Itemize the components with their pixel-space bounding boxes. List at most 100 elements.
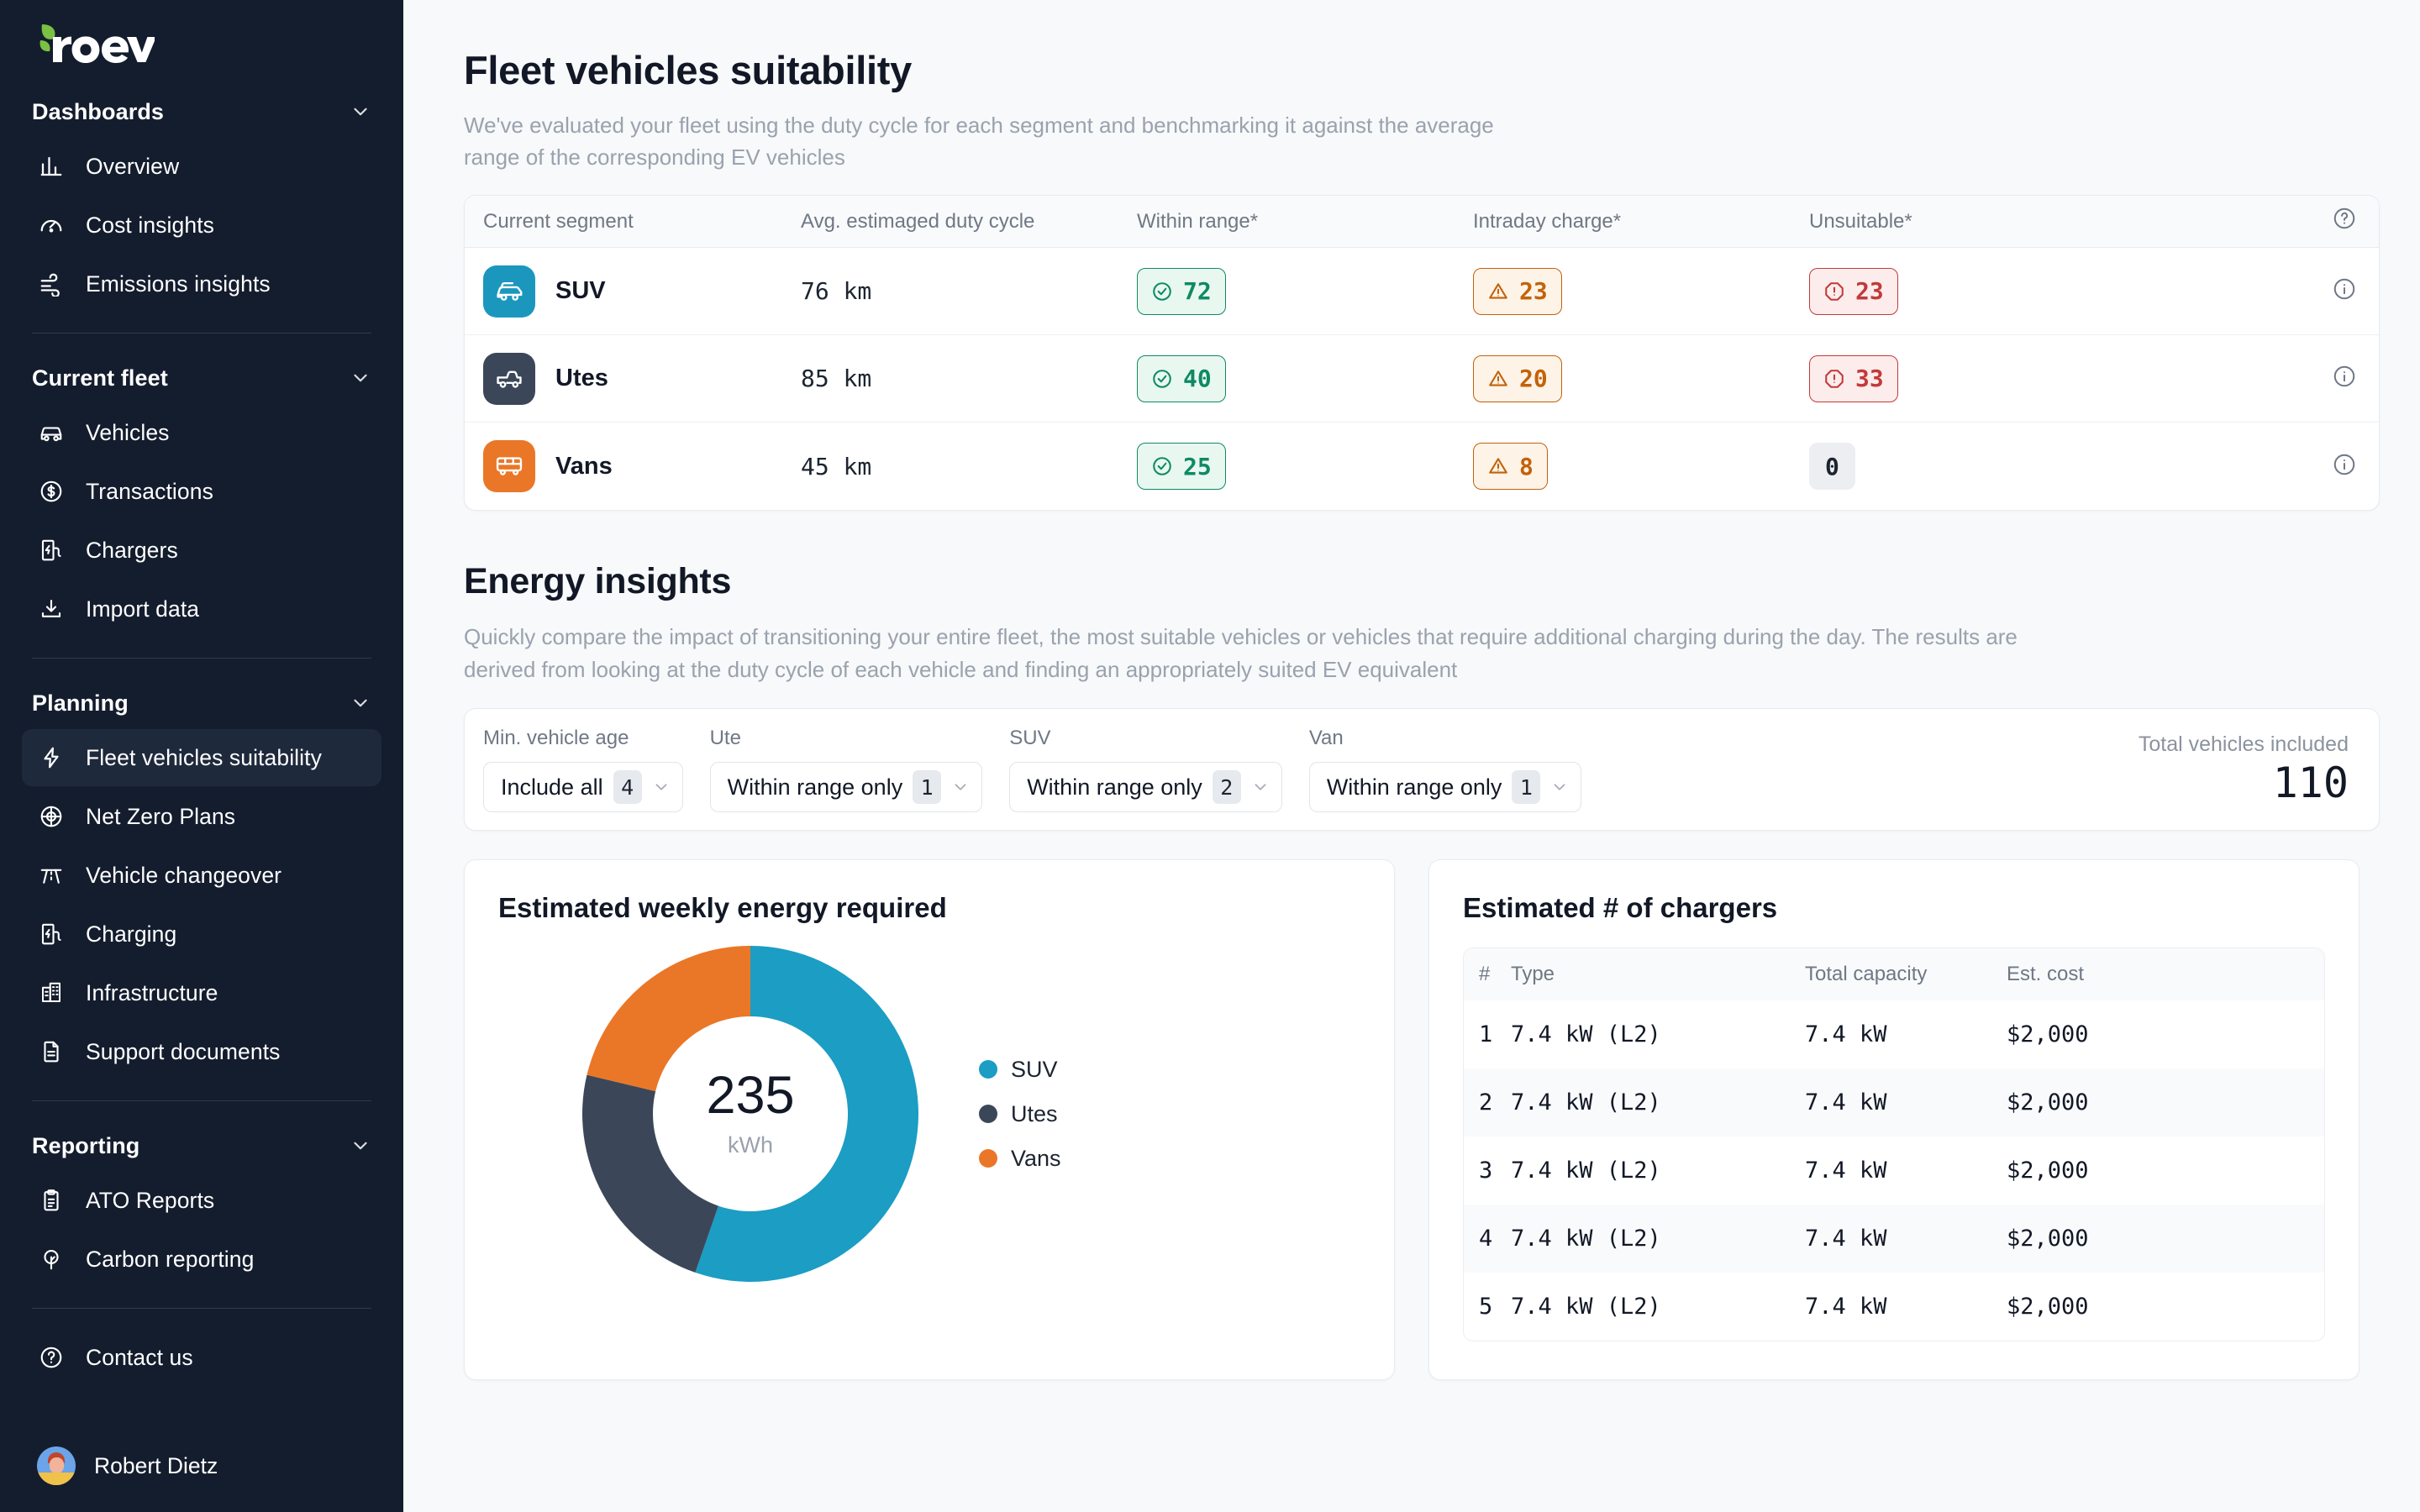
question-circle-icon[interactable] bbox=[2332, 206, 2357, 237]
donut-chart: 235 kWh bbox=[582, 946, 919, 1283]
wind-icon bbox=[37, 270, 66, 298]
chevron-down-icon bbox=[354, 1142, 367, 1150]
sidebar-item-label: Contact us bbox=[86, 1344, 193, 1370]
sidebar-group-planning[interactable]: Planning bbox=[22, 679, 381, 727]
charger-cost: $2,000 bbox=[2007, 1158, 2089, 1184]
sidebar-item-label: Infrastructure bbox=[86, 979, 218, 1005]
select-value: Include all bbox=[501, 774, 603, 800]
charger-row: 4 7.4 kW (L2) 7.4 kW $2,000 bbox=[1464, 1205, 2324, 1273]
donut-center-unit: kWh bbox=[728, 1132, 773, 1158]
min-vehicle-age-select[interactable]: Include all 4 bbox=[483, 762, 683, 813]
sidebar-item-vehicle-changeover[interactable]: Vehicle changeover bbox=[22, 847, 381, 904]
filter-van: Van Within range only 1 bbox=[1308, 727, 1582, 813]
chargers-title: Estimated # of chargers bbox=[1463, 892, 1778, 924]
filter-suv: SUV Within range only 2 bbox=[1009, 727, 1282, 813]
charger-number: 5 bbox=[1479, 1294, 1493, 1320]
sidebar-item-label: Support documents bbox=[86, 1038, 281, 1064]
target-icon bbox=[37, 802, 66, 831]
sidebar-item-transactions[interactable]: Transactions bbox=[22, 463, 381, 520]
legend-item[interactable]: Vans bbox=[979, 1146, 1061, 1172]
clipboard-icon bbox=[37, 1186, 66, 1215]
sidebar-item-fleet-vehicles-suitability[interactable]: Fleet vehicles suitability bbox=[22, 729, 381, 786]
legend-item[interactable]: SUV bbox=[979, 1057, 1061, 1083]
sidebar-item-label: Overview bbox=[86, 153, 180, 179]
brand-logo[interactable] bbox=[22, 0, 381, 87]
total-vehicles-included: Total vehicles included 110 bbox=[2139, 732, 2360, 807]
sidebar-item-cost-insights[interactable]: Cost insights bbox=[22, 197, 381, 254]
sidebar-group-label: Planning bbox=[32, 690, 129, 716]
sidebar-item-label: Emissions insights bbox=[86, 270, 271, 297]
within-range-badge: 72 bbox=[1137, 267, 1226, 315]
warning-triangle-icon bbox=[1489, 458, 1507, 474]
charger-capacity: 7.4 kW bbox=[1805, 1226, 1887, 1252]
info-circle-icon[interactable] bbox=[2332, 276, 2357, 306]
sidebar: Dashboards Overview Cost insights Emissi… bbox=[0, 0, 403, 1512]
ute-icon bbox=[483, 352, 535, 405]
sidebar-item-charging[interactable]: Charging bbox=[22, 906, 381, 963]
select-count: 1 bbox=[913, 770, 942, 805]
info-circle-icon[interactable] bbox=[2332, 364, 2357, 393]
sidebar-item-ato-reports[interactable]: ATO Reports bbox=[22, 1172, 381, 1229]
charger-number: 3 bbox=[1479, 1158, 1493, 1184]
tree-icon bbox=[37, 1245, 66, 1273]
donut-center-value: 235 bbox=[706, 1066, 795, 1126]
sidebar-group-reporting[interactable]: Reporting bbox=[22, 1121, 381, 1170]
segment-name: SUV bbox=[555, 277, 606, 305]
sidebar-item-label: Import data bbox=[86, 596, 200, 622]
sidebar-item-emissions-insights[interactable]: Emissions insights bbox=[22, 255, 381, 312]
chevron-down-icon bbox=[1255, 784, 1266, 791]
sidebar-item-carbon-reporting[interactable]: Carbon reporting bbox=[22, 1231, 381, 1288]
unsuitable-badge: 0 bbox=[1809, 443, 1855, 491]
table-header-row: Current segment Avg. estimaged duty cycl… bbox=[465, 196, 2379, 249]
sidebar-item-vehicles[interactable]: Vehicles bbox=[22, 404, 381, 461]
suv-filter-select[interactable]: Within range only 2 bbox=[1009, 762, 1282, 813]
alert-octagon-icon bbox=[1825, 370, 1844, 388]
sidebar-item-infrastructure[interactable]: Infrastructure bbox=[22, 964, 381, 1021]
charger-cost: $2,000 bbox=[2007, 1226, 2089, 1252]
within-range-badge: 25 bbox=[1137, 443, 1226, 491]
gauge-icon bbox=[37, 211, 66, 239]
sidebar-item-import-data[interactable]: Import data bbox=[22, 580, 381, 638]
chart-legend: SUV Utes Vans bbox=[979, 1057, 1061, 1172]
roev-logo-icon bbox=[39, 24, 155, 63]
filter-ute: Ute Within range only 1 bbox=[709, 727, 983, 813]
sidebar-item-net-zero-plans[interactable]: Net Zero Plans bbox=[22, 788, 381, 845]
sidebar-item-overview[interactable]: Overview bbox=[22, 138, 381, 195]
sidebar-item-support-documents[interactable]: Support documents bbox=[22, 1023, 381, 1080]
chevron-down-icon bbox=[354, 374, 367, 382]
legend-label: SUV bbox=[1011, 1056, 1058, 1082]
user-profile[interactable]: Robert Dietz bbox=[22, 1446, 233, 1485]
sidebar-group-current-fleet[interactable]: Current fleet bbox=[22, 354, 381, 402]
charger-type: 7.4 kW (L2) bbox=[1511, 1089, 1661, 1116]
select-value: Within range only bbox=[1326, 774, 1502, 800]
intraday-charge-value: 23 bbox=[1519, 277, 1548, 306]
legend-item[interactable]: Utes bbox=[979, 1101, 1061, 1127]
bar-chart-icon bbox=[37, 152, 66, 181]
sidebar-item-label: Net Zero Plans bbox=[86, 803, 236, 829]
filter-min-vehicle-age: Min. vehicle age Include all 4 bbox=[483, 727, 683, 813]
ute-filter-select[interactable]: Within range only 1 bbox=[709, 762, 983, 813]
sidebar-item-label: Chargers bbox=[86, 537, 178, 563]
van-icon bbox=[483, 440, 535, 493]
avatar bbox=[37, 1446, 76, 1485]
filter-label: Van bbox=[1308, 727, 1344, 750]
column-header-intraday-charge: Intraday charge* bbox=[1473, 209, 1622, 233]
sidebar-divider bbox=[32, 658, 371, 659]
unsuitable-value: 0 bbox=[1825, 452, 1839, 480]
column-header-type: Type bbox=[1511, 963, 1555, 986]
sidebar-group-label: Reporting bbox=[32, 1132, 140, 1158]
sidebar-item-label: Carbon reporting bbox=[86, 1246, 255, 1272]
sidebar-group-dashboards[interactable]: Dashboards bbox=[22, 87, 381, 136]
user-name: Robert Dietz bbox=[94, 1452, 218, 1478]
check-circle-icon bbox=[1153, 282, 1171, 301]
suv-icon bbox=[483, 265, 535, 318]
charger-row: 2 7.4 kW (L2) 7.4 kW $2,000 bbox=[1464, 1068, 2324, 1137]
charger-number: 2 bbox=[1479, 1089, 1493, 1116]
column-header-total-capacity: Total capacity bbox=[1805, 963, 1928, 986]
van-filter-select[interactable]: Within range only 1 bbox=[1308, 762, 1582, 813]
sidebar-item-chargers[interactable]: Chargers bbox=[22, 522, 381, 579]
legend-color-swatch bbox=[979, 1060, 997, 1079]
sidebar-item-contact-us[interactable]: Contact us bbox=[22, 1329, 381, 1386]
info-circle-icon[interactable] bbox=[2332, 452, 2357, 481]
charger-capacity: 7.4 kW bbox=[1805, 1021, 1887, 1048]
